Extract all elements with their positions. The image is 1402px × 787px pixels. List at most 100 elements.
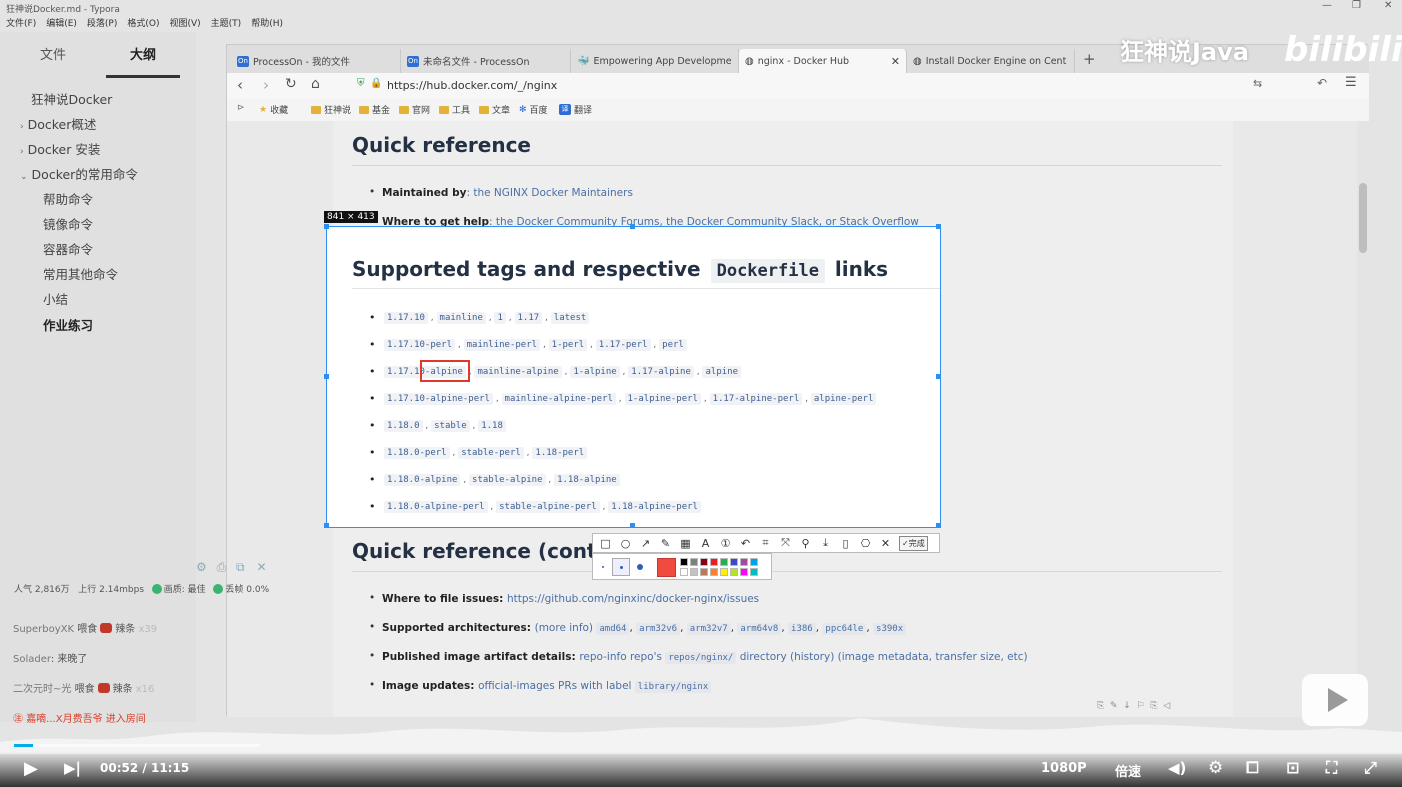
snip-selection[interactable]: Supported tags and respective Dockerfile… — [324, 224, 941, 528]
outline-item[interactable]: 常用其他命令 — [43, 264, 118, 283]
rectangle-tool-icon[interactable]: □ — [597, 535, 614, 551]
bookmark-fund[interactable]: 基金 — [359, 103, 390, 116]
resize-handle[interactable] — [936, 374, 941, 379]
color-swatch[interactable] — [680, 568, 688, 576]
pip-icon[interactable]: ⧠ — [1246, 758, 1259, 778]
tab-files[interactable]: 文件 — [40, 44, 66, 63]
outline-item[interactable]: 作业练习 — [43, 315, 93, 334]
bookmark-articles[interactable]: 文章 — [479, 103, 510, 116]
docker-tag[interactable]: mainline-perl — [463, 339, 541, 351]
item-link[interactable]: : the NGINX Docker Maintainers — [466, 187, 632, 199]
bookmark-official[interactable]: 官网 — [399, 103, 430, 116]
tab-processon-files[interactable]: On ProcessOn - 我的文件 — [231, 49, 401, 73]
progress-bar[interactable] — [14, 744, 260, 747]
bookmark-kuangshen[interactable]: 狂神说 — [311, 103, 351, 116]
menu-view[interactable]: 视图(V) — [169, 16, 200, 32]
docker-tag[interactable]: 1-alpine-perl — [624, 393, 701, 405]
resize-handle[interactable] — [936, 224, 941, 229]
docker-tag[interactable]: 1.17.10-alpine-perl — [384, 393, 493, 405]
new-tab-icon[interactable]: + — [1083, 50, 1096, 68]
color-swatch[interactable] — [710, 568, 718, 576]
outline-item[interactable]: › Docker 安装 — [20, 139, 100, 158]
item-link[interactable]: repo-info repo's — [579, 651, 662, 663]
outline-item[interactable]: › Docker概述 — [20, 114, 96, 133]
color-swatch[interactable] — [740, 568, 748, 576]
quality-button[interactable]: 1080P — [1041, 761, 1087, 776]
tab-nginx-dockerhub[interactable]: ◍ nginx - Docker Hub ✕ — [739, 49, 907, 73]
speed-button[interactable]: 倍速 — [1115, 761, 1141, 780]
resize-handle[interactable] — [324, 224, 329, 229]
scroll-capture-icon[interactable]: ⤧ — [777, 535, 794, 551]
close-icon[interactable]: ✕ — [256, 560, 266, 574]
menu-theme[interactable]: 主题(T) — [211, 16, 242, 32]
download-icon[interactable]: ↓ — [1123, 701, 1131, 711]
item-link[interactable]: (more info) — [535, 622, 593, 634]
annotation-rectangle[interactable] — [420, 360, 470, 382]
reload-icon[interactable]: ↻ — [285, 76, 297, 92]
danmu-user[interactable]: SuperboyXK — [13, 624, 74, 635]
resize-handle[interactable] — [630, 224, 635, 229]
home-icon[interactable]: ⌂ — [311, 76, 320, 92]
color-swatch[interactable] — [750, 558, 758, 566]
color-swatch[interactable] — [680, 558, 688, 566]
outline-item[interactable]: 狂神说Docker — [31, 89, 112, 108]
undo-icon[interactable]: ↶ — [1317, 76, 1327, 90]
number-tool-icon[interactable]: ① — [717, 535, 734, 551]
current-color-swatch[interactable] — [657, 558, 676, 577]
volume-icon[interactable]: ◁ — [1163, 701, 1170, 711]
item-link[interactable]: https://github.com/nginxinc/docker-nginx… — [507, 593, 759, 605]
tab-processon-untitled[interactable]: On 未命名文件 - ProcessOn — [401, 49, 571, 73]
ellipse-tool-icon[interactable]: ○ — [617, 535, 634, 551]
lock-icon[interactable]: ⎙ — [217, 560, 227, 574]
arrow-tool-icon[interactable]: ↗ — [637, 535, 654, 551]
minimize-icon[interactable]: — — [1322, 0, 1332, 11]
size-small-icon[interactable] — [602, 566, 604, 568]
bookmark-tools[interactable]: 工具 — [439, 103, 470, 116]
ocr-tool-icon[interactable]: ⌗ — [757, 535, 774, 551]
danmu-user[interactable]: 二次元时~光 — [13, 684, 71, 695]
tab-install-docker[interactable]: ◍ Install Docker Engine on Cent — [907, 49, 1075, 73]
docker-tag[interactable]: 1.17-perl — [595, 339, 651, 351]
volume-icon[interactable]: ◀) — [1168, 759, 1186, 777]
docker-tag[interactable]: 1.18 — [478, 420, 506, 432]
page-scrollbar[interactable] — [1357, 121, 1369, 717]
save-tool-icon[interactable]: ⤓ — [817, 535, 834, 551]
menu-icon[interactable]: ☰ — [1345, 75, 1357, 90]
close-tab-icon[interactable]: ✕ — [891, 55, 900, 68]
docker-tag[interactable]: 1-alpine — [570, 366, 620, 378]
docker-tag[interactable]: 1.18.0 — [384, 420, 423, 432]
forward-icon[interactable]: › — [263, 76, 269, 94]
done-button[interactable]: ✓ 完成 — [899, 535, 928, 551]
copy-tool-icon[interactable]: ▯ — [837, 535, 854, 551]
docker-tag[interactable]: 1.17-alpine — [628, 366, 694, 378]
docker-tag[interactable]: mainline-alpine-perl — [501, 393, 616, 405]
docker-tag[interactable]: mainline-alpine — [474, 366, 562, 378]
share-icon[interactable]: ⇆ — [1253, 77, 1262, 90]
item-link[interactable]: official-images PRs with label — [478, 680, 631, 692]
docker-tag[interactable]: stable-alpine-perl — [496, 501, 600, 513]
widescreen-icon[interactable]: ⊡ — [1286, 758, 1299, 777]
docker-tag[interactable]: 1.18-perl — [532, 447, 588, 459]
menu-edit[interactable]: 编辑(E) — [46, 16, 77, 32]
docker-tag[interactable]: 1.17 — [514, 312, 543, 324]
outline-caret-icon[interactable]: › — [20, 122, 24, 132]
scroll-thumb[interactable] — [1359, 183, 1367, 253]
menu-help[interactable]: 帮助(H) — [251, 16, 283, 32]
color-swatch[interactable] — [740, 558, 748, 566]
next-icon[interactable]: ▶| — [64, 759, 81, 777]
size-medium-button[interactable] — [612, 558, 630, 576]
color-swatch[interactable] — [700, 558, 708, 566]
fullscreen-icon[interactable]: ⤢ — [1364, 758, 1377, 778]
bookmark-tool-icon[interactable]: ⎔ — [857, 535, 874, 551]
color-swatch[interactable] — [720, 558, 728, 566]
docker-tag[interactable]: alpine-perl — [810, 393, 877, 405]
mosaic-tool-icon[interactable]: ▦ — [677, 535, 694, 551]
play-icon[interactable]: ▶ — [24, 758, 38, 779]
pin-icon[interactable]: ✎ — [1110, 701, 1118, 711]
color-swatch[interactable] — [690, 568, 698, 576]
flag-icon[interactable]: ⚐ — [1137, 701, 1145, 711]
back-icon[interactable]: ‹ — [237, 76, 243, 94]
outline-item[interactable]: 容器命令 — [43, 239, 93, 258]
color-swatch[interactable] — [700, 568, 708, 576]
undo-tool-icon[interactable]: ↶ — [737, 535, 754, 551]
